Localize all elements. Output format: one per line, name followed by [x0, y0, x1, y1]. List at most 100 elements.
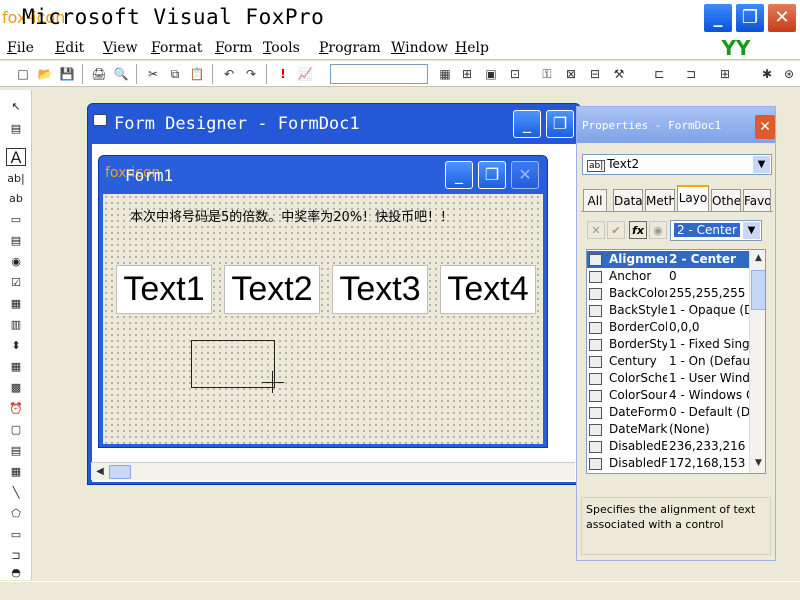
combobox-tool-icon[interactable]: ▦	[6, 295, 26, 313]
property-row[interactable]: DisabledF 172,168,153	[587, 455, 749, 472]
view-classes-icon[interactable]: ▤	[6, 120, 26, 138]
pageframe-tool-icon[interactable]: ▢	[6, 421, 26, 439]
chevron-down-icon[interactable]: ▼	[753, 156, 770, 173]
ole-container-tool-icon[interactable]: ▤	[6, 442, 26, 460]
expression-builder-icon[interactable]: fx	[629, 221, 647, 239]
object-selector-combo[interactable]: ab| Text2 ▼	[582, 154, 772, 175]
data-session-icon[interactable]: ⊞	[458, 65, 476, 83]
command-group-tool-icon[interactable]: ▤	[6, 232, 26, 250]
properties-icon[interactable]: ▣	[482, 65, 500, 83]
menu-format[interactable]: Format	[151, 40, 202, 56]
wizard-icon[interactable]: ✱	[758, 65, 776, 83]
timer-tool-icon[interactable]: ⏰	[6, 400, 26, 418]
code-icon[interactable]: ⊡	[506, 65, 524, 83]
property-row[interactable]: DateForm 0 - Default (De	[587, 404, 749, 421]
run-icon[interactable]: !	[274, 65, 292, 83]
form1-close-button[interactable]: ✕	[511, 161, 539, 189]
new-icon[interactable]: □	[14, 65, 32, 83]
tab-other[interactable]: Othe	[711, 189, 741, 211]
menu-program[interactable]: Program	[319, 40, 381, 56]
menu-tools[interactable]: Tools	[263, 40, 300, 56]
undo-icon[interactable]: ↶	[220, 65, 238, 83]
text3-textbox[interactable]: Text3	[332, 265, 428, 314]
lottery-label[interactable]: 本次中将号码是5的倍数。中奖率为20%！快投币吧！！	[130, 206, 453, 225]
option-group-tool-icon[interactable]: ◉	[6, 253, 26, 271]
autoformat-icon[interactable]: ⊟	[586, 65, 604, 83]
form1-window[interactable]: fox-icon Form1 _ ❐ ✕ 本次中将号码是5的倍数。中奖率为20%…	[98, 155, 548, 448]
line-tool-icon[interactable]: ╲	[6, 484, 26, 502]
spinner-tool-icon[interactable]: ⬍	[6, 337, 26, 355]
tab-methods[interactable]: Meth	[645, 189, 675, 211]
textbox-tool-icon[interactable]: ab|	[6, 170, 26, 188]
property-row[interactable]: BorderStyl 1 - Fixed Sing	[587, 336, 749, 353]
separator-tool-icon[interactable]: ⊐	[6, 547, 26, 565]
tab-layout[interactable]: Layo	[677, 185, 709, 211]
select-objects-icon[interactable]: ↖	[6, 98, 26, 116]
form1-maximize-button[interactable]: ❐	[478, 161, 506, 189]
property-row[interactable]: Alignment2 - Center	[587, 251, 749, 268]
property-row[interactable]: DisabledE 236,233,216	[587, 438, 749, 455]
layout-icon[interactable]: ⊞	[716, 65, 734, 83]
save-icon[interactable]: 💾	[58, 65, 76, 83]
grid-tool-icon[interactable]: ▦	[6, 358, 26, 376]
accept-edit-icon[interactable]: ✔	[607, 221, 625, 239]
scroll-down-icon[interactable]: ▼	[751, 456, 765, 471]
align-left-icon[interactable]: ⊏	[650, 65, 668, 83]
tab-data[interactable]: Data	[613, 189, 643, 211]
property-row[interactable]: Anchor 0	[587, 268, 749, 285]
image-tool-icon[interactable]: ▩	[6, 379, 26, 397]
scroll-thumb[interactable]	[109, 465, 131, 479]
database-combo[interactable]	[330, 64, 428, 84]
print-icon[interactable]: 🖨	[90, 65, 108, 83]
chevron-down-icon[interactable]: ▼	[743, 222, 760, 239]
minimize-button[interactable]: _	[703, 3, 733, 33]
menu-window[interactable]: Window	[391, 40, 448, 56]
close-button[interactable]: ✕	[767, 3, 797, 33]
shape-tool-icon[interactable]: ⬠	[6, 505, 26, 523]
editbox-tool-icon[interactable]: ab	[6, 190, 26, 208]
scroll-left-icon[interactable]: ◀	[93, 465, 107, 479]
property-row[interactable]: Century 1 - On (Defau	[587, 353, 749, 370]
menu-view[interactable]: View	[103, 40, 138, 56]
tools-icon[interactable]: ⚒	[610, 65, 628, 83]
checkbox-tool-icon[interactable]: ☑	[6, 274, 26, 292]
zoom-icon[interactable]: ◉	[649, 221, 667, 239]
scroll-up-icon[interactable]: ▲	[751, 251, 765, 266]
scroll-thumb[interactable]	[751, 270, 765, 310]
align-right-icon[interactable]: ⊐	[682, 65, 700, 83]
property-row[interactable]: DateMark (None)	[587, 421, 749, 438]
listbox-tool-icon[interactable]: ▥	[6, 316, 26, 334]
property-value-combo[interactable]: 2 - Center ▼	[670, 220, 762, 241]
main-title-bar[interactable]: fox-icon Microsoft Visual FoxPro _ ❐ ✕	[0, 0, 800, 36]
designer-maximize-button[interactable]: ❐	[546, 110, 574, 138]
hyperlink-tool-icon[interactable]: ◓	[6, 564, 26, 582]
property-row[interactable]: BackStyle 1 - Opaque (D	[587, 302, 749, 319]
maximize-button[interactable]: ❐	[735, 3, 765, 33]
properties-close-button[interactable]: ✕	[755, 115, 775, 139]
menu-edit[interactable]: Edit	[55, 40, 84, 56]
copy-icon[interactable]: ⧉	[166, 65, 184, 83]
text4-textbox[interactable]: Text4	[440, 265, 536, 314]
command-button-tool-icon[interactable]: ▭	[6, 211, 26, 229]
modify-icon[interactable]: 📈	[296, 65, 314, 83]
tab-all[interactable]: All	[583, 189, 607, 211]
container-tool-icon[interactable]: ▭	[6, 526, 26, 544]
property-row[interactable]: ColorSche 1 - User Wind	[587, 370, 749, 387]
form1-canvas[interactable]: 本次中将号码是5的倍数。中奖率为20%！快投币吧！！ Text1 Text2 T…	[103, 194, 543, 444]
text1-textbox[interactable]: Text1	[116, 265, 212, 314]
cancel-edit-icon[interactable]: ✕	[587, 221, 605, 239]
menu-help[interactable]: Help	[455, 40, 489, 56]
cut-icon[interactable]: ✂	[144, 65, 162, 83]
command-window-icon[interactable]: ▦	[436, 65, 454, 83]
help-icon[interactable]: ⊛	[780, 65, 798, 83]
tab-favorites[interactable]: Favo	[743, 189, 771, 211]
properties-window[interactable]: Properties - FormDoc1 ✕ ab| Text2 ▼ All D…	[576, 106, 776, 561]
property-list-scrollbar[interactable]: ▲ ▼	[749, 250, 765, 473]
preview-icon[interactable]: 🔍	[112, 65, 130, 83]
form-builder-icon[interactable]: ⊠	[562, 65, 580, 83]
redo-icon[interactable]: ↷	[242, 65, 260, 83]
property-row[interactable]: ColorSour 4 - Windows C	[587, 387, 749, 404]
property-row[interactable]: BackColor 255,255,255	[587, 285, 749, 302]
label-tool-icon[interactable]: A	[6, 148, 26, 167]
property-row[interactable]: BorderCol 0,0,0	[587, 319, 749, 336]
